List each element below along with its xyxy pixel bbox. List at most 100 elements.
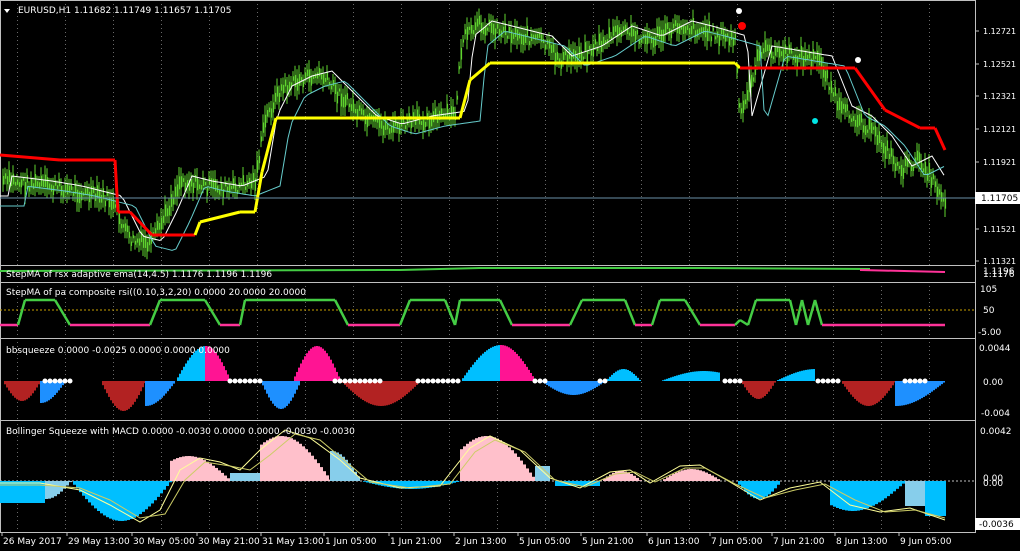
- candle-body: [272, 102, 275, 113]
- histogram-bar: [293, 439, 296, 481]
- histogram-bar: [145, 481, 148, 510]
- candle-body: [330, 85, 333, 90]
- histogram-bar: [287, 437, 290, 481]
- candle-body: [100, 194, 103, 203]
- histogram-bar: [556, 381, 558, 391]
- candle-body: [924, 161, 927, 174]
- candle-body: [120, 223, 123, 229]
- histogram-bar: [574, 381, 576, 395]
- candle-body: [512, 33, 515, 39]
- candle-body: [498, 28, 501, 35]
- candle-body: [218, 189, 221, 195]
- candle-body: [656, 26, 659, 37]
- price-label: 1.11521: [983, 225, 1016, 234]
- candle-body: [204, 182, 207, 186]
- histogram-bar: [927, 381, 929, 395]
- candle-body: [428, 118, 431, 129]
- histogram-bar: [191, 354, 193, 381]
- sub4-label-zero-b: 0.00: [983, 479, 1003, 489]
- histogram-bar: [66, 481, 69, 486]
- histogram-bar: [468, 369, 470, 381]
- candle-body: [324, 77, 327, 82]
- histogram-bar: [842, 481, 845, 510]
- histogram-bar: [251, 473, 254, 481]
- candle-body: [326, 72, 329, 80]
- candle-body: [492, 23, 495, 35]
- histogram-bar: [809, 369, 811, 381]
- histogram-bar: [532, 476, 535, 481]
- histogram-bar: [675, 472, 678, 481]
- histogram-bar: [22, 381, 24, 401]
- histogram-bar: [24, 481, 27, 503]
- candle-body: [682, 26, 685, 35]
- histogram-bar: [530, 372, 532, 381]
- candle-body: [104, 200, 107, 207]
- histogram-bar: [526, 468, 529, 481]
- histogram-bar: [548, 381, 550, 387]
- squeeze-dot: [722, 378, 728, 384]
- candle-body: [710, 36, 713, 42]
- histogram-bar: [133, 481, 136, 518]
- candle-body: [814, 55, 817, 59]
- histogram-bar: [917, 481, 920, 506]
- histogram-bar: [494, 345, 496, 381]
- candle-body: [864, 126, 867, 135]
- histogram-bar: [664, 379, 666, 381]
- chart-window[interactable]: EURUSD,H1 1.11682 1.11749 1.11657 1.1170…: [0, 0, 1020, 551]
- sub3-label-zero: 0.00: [983, 378, 1003, 388]
- histogram-bar: [466, 372, 468, 381]
- histogram-bar: [777, 481, 780, 485]
- histogram-bar: [617, 370, 619, 381]
- histogram-bar: [456, 481, 459, 483]
- histogram-bar: [623, 369, 625, 381]
- histogram-bar: [398, 381, 400, 401]
- histogram-bar: [514, 453, 517, 481]
- candle-body: [26, 175, 29, 183]
- histogram-bar: [744, 481, 747, 492]
- candle-body: [684, 26, 687, 34]
- time-label: 29 May 13:00: [68, 537, 130, 547]
- candle-body: [2, 175, 5, 185]
- candle-body: [678, 23, 681, 34]
- squeeze-dot: [337, 378, 343, 384]
- histogram-bar: [766, 381, 768, 395]
- histogram-bar: [897, 381, 899, 406]
- histogram-bar: [890, 381, 892, 389]
- histogram-bar: [931, 481, 934, 516]
- histogram-bar: [862, 381, 864, 405]
- histogram-bar: [524, 363, 526, 381]
- histogram-bar: [163, 381, 165, 396]
- histogram-bar: [943, 381, 945, 383]
- histogram-bar: [702, 471, 705, 481]
- candle-body: [256, 160, 259, 173]
- histogram-bar: [777, 380, 779, 381]
- histogram-bar: [762, 481, 765, 499]
- histogram-bar: [183, 366, 185, 381]
- histogram-bar: [933, 381, 935, 391]
- candle-body: [784, 44, 787, 54]
- histogram-bar: [774, 481, 777, 489]
- histogram-bar: [576, 381, 578, 395]
- candle-body: [124, 223, 127, 232]
- squeeze-dot: [830, 378, 836, 384]
- squeeze-dot: [367, 378, 373, 384]
- candle-body: [342, 96, 345, 108]
- squeeze-dot: [237, 378, 243, 384]
- candle-body: [632, 29, 635, 37]
- candle-body: [126, 225, 129, 233]
- histogram-bar: [517, 456, 520, 481]
- candle-body: [830, 80, 833, 94]
- candle-body: [852, 115, 855, 122]
- candle-body: [144, 235, 147, 248]
- histogram-bar: [21, 481, 24, 503]
- histogram-bar: [858, 381, 860, 403]
- histogram-bar: [781, 378, 783, 381]
- histogram-bar: [500, 345, 502, 381]
- histogram-bar: [10, 381, 12, 394]
- histogram-bar: [907, 381, 909, 405]
- histogram-bar: [768, 481, 771, 495]
- histogram-bar: [899, 481, 902, 487]
- squeeze-dot: [415, 378, 421, 384]
- candle-body: [886, 140, 889, 151]
- histogram-bar: [866, 381, 868, 406]
